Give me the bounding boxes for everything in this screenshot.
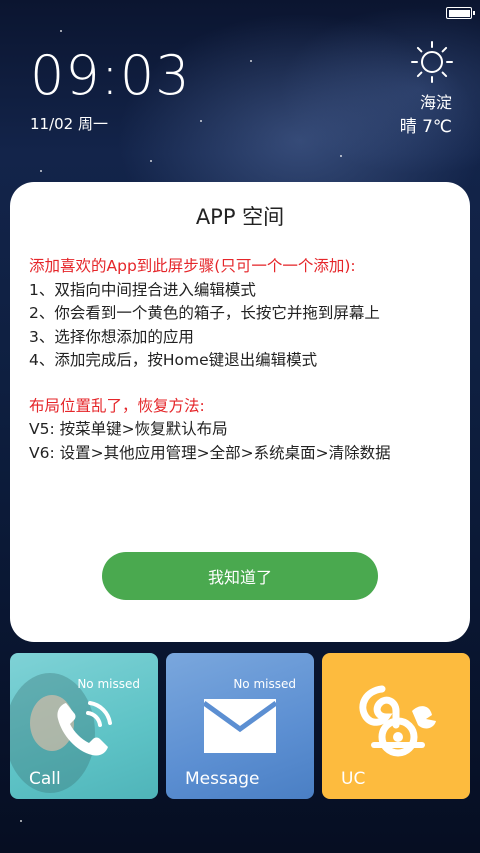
- app-space-dialog: APP 空间 添加喜欢的App到此屏步骤(只可一个一个添加): 1、双指向中间捏…: [10, 182, 470, 642]
- star: [340, 155, 342, 157]
- battery-icon: [446, 7, 475, 19]
- call-missed-label: No missed: [77, 677, 140, 691]
- ok-button[interactable]: 我知道了: [102, 552, 378, 600]
- message-label: Message: [185, 769, 260, 789]
- call-tile[interactable]: No missed Call: [10, 653, 158, 799]
- steps-heading: 添加喜欢的App到此屏步骤(只可一个一个添加):: [29, 257, 356, 275]
- uc-squirrel-icon: [359, 685, 436, 757]
- dialog-body: 添加喜欢的App到此屏步骤(只可一个一个添加): 1、双指向中间捏合进入编辑模式…: [29, 255, 458, 465]
- step-item: 4、添加完成后，按Home键退出编辑模式: [29, 351, 318, 369]
- star: [20, 820, 22, 822]
- date-label: 11/02 周一: [30, 115, 108, 133]
- phone-icon: [57, 701, 112, 756]
- restore-item: V5: 按菜单键>恢复默认布局: [29, 420, 228, 438]
- step-item: 2、你会看到一个黄色的箱子，长按它并拖到屏幕上: [29, 304, 380, 322]
- uc-label: UC: [341, 769, 366, 789]
- star: [200, 120, 202, 122]
- restore-item: V6: 设置>其他应用管理>全部>系统桌面>清除数据: [29, 443, 391, 462]
- message-tile[interactable]: No missed Message: [166, 653, 314, 799]
- envelope-icon: [204, 699, 276, 753]
- clock-time: 09:03: [30, 44, 191, 107]
- star: [40, 170, 42, 172]
- sun-icon: [411, 41, 453, 83]
- step-item: 1、双指向中间捏合进入编辑模式: [29, 280, 256, 299]
- dialog-title: APP 空间: [195, 205, 285, 229]
- star: [60, 30, 62, 32]
- restore-heading: 布局位置乱了，恢复方法:: [29, 396, 205, 415]
- step-item: 3、选择你想添加的应用: [29, 327, 194, 346]
- uc-tile[interactable]: UC: [322, 653, 470, 799]
- message-missed-label: No missed: [233, 677, 296, 691]
- star: [150, 160, 152, 162]
- weather-condition-temp: 晴 7℃: [399, 117, 452, 137]
- star: [250, 60, 252, 62]
- weather-city: 海淀: [419, 93, 452, 112]
- call-label: Call: [29, 769, 61, 789]
